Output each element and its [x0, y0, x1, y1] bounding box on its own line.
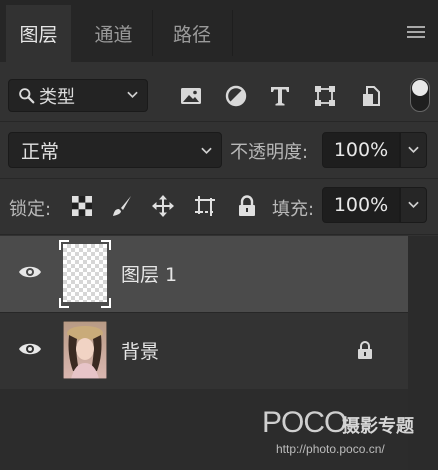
lock-all-icon[interactable]: [235, 194, 259, 218]
blend-mode-value: 正常: [21, 140, 60, 163]
opacity-input[interactable]: 100%: [322, 132, 400, 168]
smart-object-filter-icon[interactable]: [359, 84, 383, 108]
selection-bracket: [59, 298, 69, 308]
eye-icon[interactable]: [18, 264, 42, 280]
shape-filter-icon[interactable]: [313, 84, 337, 108]
watermark-url: http://photo.poco.cn/: [276, 442, 385, 456]
eye-icon[interactable]: [18, 341, 42, 357]
layer-name[interactable]: 图层 1: [121, 260, 177, 287]
fill-dropdown-button[interactable]: [400, 187, 427, 223]
lock-transparent-pixels-icon[interactable]: [70, 194, 94, 218]
lock-image-pixels-icon[interactable]: [110, 194, 134, 218]
divider: [0, 234, 438, 235]
fill-label: 填充:: [272, 199, 315, 220]
watermark-logo: POCO: [262, 406, 347, 439]
watermark-title: 摄影专题: [342, 416, 414, 437]
opacity-label: 不透明度:: [230, 142, 309, 163]
layer-row-background[interactable]: 背景: [0, 313, 408, 389]
lock-position-icon[interactable]: [151, 194, 175, 218]
filter-toggle-switch[interactable]: [410, 78, 430, 112]
selection-bracket: [59, 240, 69, 250]
search-icon: [19, 88, 35, 104]
lock-artboard-icon[interactable]: [193, 194, 217, 218]
chevron-down-icon: [127, 91, 138, 99]
lock-label: 锁定:: [9, 199, 52, 220]
panel-menu-icon[interactable]: [407, 26, 425, 38]
tab-separator: [152, 10, 153, 56]
image-filter-icon[interactable]: [179, 84, 203, 108]
layer-thumbnail-transparent: [63, 244, 107, 302]
adjustment-filter-icon[interactable]: [224, 84, 248, 108]
toggle-knob: [412, 80, 428, 96]
tab-channels[interactable]: 通道: [76, 5, 151, 62]
divider: [0, 121, 438, 122]
layer-thumbnail-photo: [63, 321, 107, 379]
fill-input[interactable]: 100%: [322, 187, 400, 223]
selection-bracket: [101, 298, 111, 308]
layer-name[interactable]: 背景: [121, 337, 159, 364]
filter-kind-label: 类型: [39, 86, 75, 108]
tab-paths[interactable]: 路径: [155, 5, 229, 62]
chevron-down-icon: [408, 201, 419, 209]
layer-row-layer-1[interactable]: 图层 1: [0, 236, 408, 312]
chevron-down-icon: [201, 147, 212, 155]
lock-icon: [358, 341, 372, 359]
opacity-dropdown-button[interactable]: [400, 132, 427, 168]
layer-filter-kind-select[interactable]: 类型: [8, 79, 148, 112]
blend-mode-select[interactable]: 正常: [8, 132, 222, 168]
divider: [0, 178, 438, 179]
panel-tab-bar: 图层 通道 路径: [0, 0, 438, 62]
tab-layers[interactable]: 图层: [6, 5, 71, 62]
type-filter-icon[interactable]: [268, 84, 292, 108]
tab-separator: [232, 10, 233, 56]
chevron-down-icon: [408, 146, 419, 154]
selection-bracket: [101, 240, 111, 250]
